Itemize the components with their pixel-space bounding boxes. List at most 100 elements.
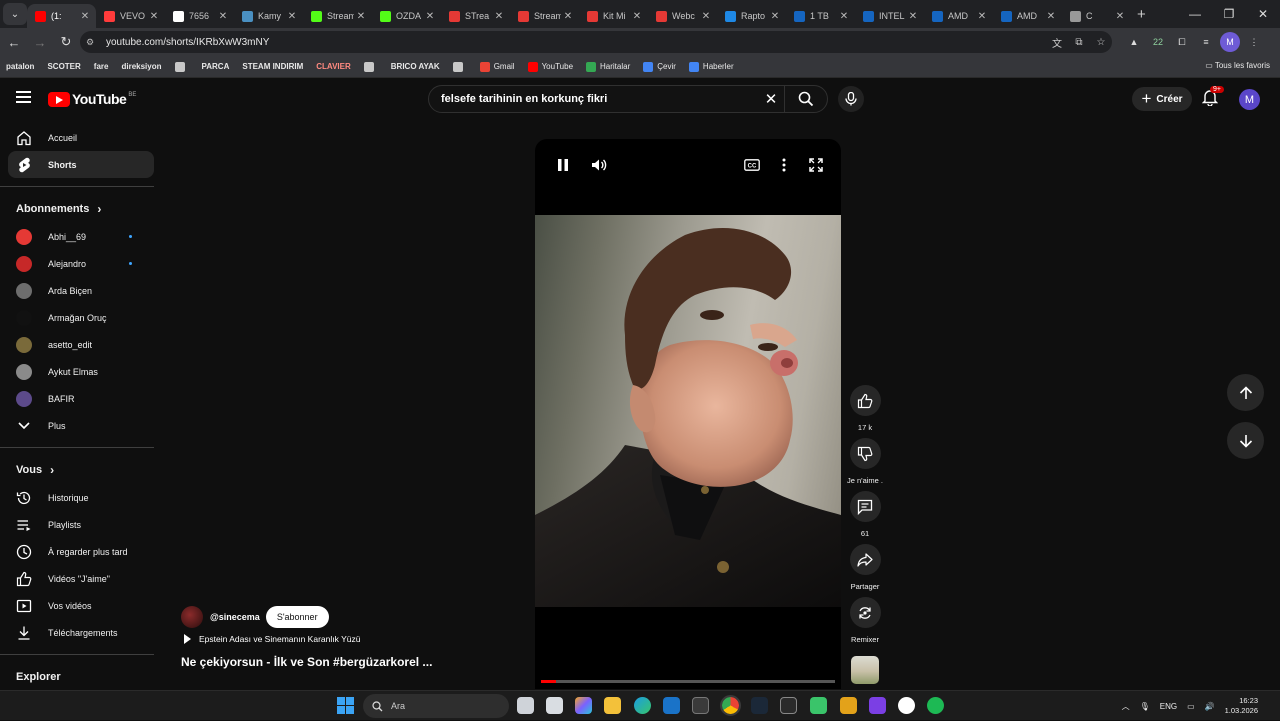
- tab-close-icon[interactable]: ✕: [216, 11, 230, 22]
- subscriptions-heading[interactable]: Abonnements ›: [0, 195, 154, 223]
- bookmark-item[interactable]: Gmail: [479, 61, 515, 72]
- tab-close-icon[interactable]: ✕: [423, 11, 437, 22]
- tab-close-icon[interactable]: ✕: [561, 11, 575, 22]
- file-explorer-icon[interactable]: [604, 697, 621, 714]
- browser-tab[interactable]: 1 TB ✕: [786, 4, 855, 28]
- translate-icon[interactable]: 文: [1046, 35, 1068, 50]
- tab-close-icon[interactable]: ✕: [1113, 11, 1127, 22]
- playlist-link[interactable]: Epstein Adası ve Sinemanın Karanlık Yüzü: [184, 634, 360, 644]
- bookmark-folder-icon[interactable]: [452, 61, 467, 72]
- clock[interactable]: 16:23 1.03.2026: [1225, 696, 1258, 716]
- browser-tab[interactable]: Stream ✕: [303, 4, 372, 28]
- browser-tab[interactable]: AMD ✕: [993, 4, 1062, 28]
- sidebar-item[interactable]: BAFIR: [8, 385, 154, 412]
- browser-tab[interactable]: VEVO ✕: [96, 4, 165, 28]
- sidebar-item[interactable]: Playlists: [8, 511, 154, 538]
- video-progress-bar[interactable]: [541, 680, 835, 683]
- edge-icon[interactable]: [634, 697, 651, 714]
- pause-button[interactable]: [553, 157, 573, 173]
- language-indicator[interactable]: ENG: [1160, 702, 1177, 711]
- bookmark-item[interactable]: Haritalar: [586, 61, 630, 72]
- network-icon[interactable]: ▭: [1187, 702, 1195, 711]
- youtube-logo[interactable]: YouTube BE: [48, 91, 136, 107]
- sidebar-item[interactable]: Alejandro: [8, 250, 154, 277]
- tab-close-icon[interactable]: ✕: [630, 11, 644, 22]
- tray-chevron-icon[interactable]: ︿: [1122, 701, 1130, 712]
- forward-button[interactable]: →: [28, 30, 52, 54]
- browser-tab[interactable]: Webc ✕: [648, 4, 717, 28]
- taskbar-search[interactable]: Ara: [363, 694, 509, 718]
- extensions-puzzle-icon[interactable]: ⧠: [1172, 32, 1192, 52]
- site-info-icon[interactable]: ⚙: [86, 37, 102, 48]
- extension-badge-icon[interactable]: 22: [1148, 32, 1168, 52]
- bookmark-item[interactable]: Çevir: [643, 61, 676, 72]
- next-short-button[interactable]: [1227, 422, 1264, 459]
- maximize-button[interactable]: ❐: [1212, 0, 1246, 28]
- browser-tab[interactable]: STrea ✕: [441, 4, 510, 28]
- tab-close-icon[interactable]: ✕: [837, 11, 851, 22]
- tab-close-icon[interactable]: ✕: [354, 11, 368, 22]
- chrome-icon[interactable]: [720, 695, 741, 716]
- bookmark-item[interactable]: STEAM INDIRIM: [242, 62, 303, 71]
- sidebar-item[interactable]: À regarder plus tard: [8, 538, 154, 565]
- sidebar-item[interactable]: Arda Biçen: [8, 277, 154, 304]
- app-icon[interactable]: [692, 697, 709, 714]
- browser-tab[interactable]: C ✕: [1062, 4, 1131, 28]
- captions-button[interactable]: CC: [742, 157, 762, 173]
- fullscreen-button[interactable]: [806, 157, 826, 173]
- bookmark-folder-icon[interactable]: [363, 61, 378, 72]
- outlook-icon[interactable]: [663, 697, 680, 714]
- more-options-button[interactable]: [774, 157, 794, 173]
- sidebar-item[interactable]: Aykut Elmas: [8, 358, 154, 385]
- clear-search-icon[interactable]: ✕: [758, 90, 784, 108]
- tab-close-icon[interactable]: ✕: [147, 11, 161, 22]
- bookmark-item[interactable]: SCOTER: [47, 62, 80, 71]
- tab-close-icon[interactable]: ✕: [906, 11, 920, 22]
- tab-close-icon[interactable]: ✕: [768, 11, 782, 22]
- bookmark-item[interactable]: BRICO AYAK: [391, 62, 440, 71]
- guide-menu-icon[interactable]: [16, 91, 31, 104]
- browser-tab[interactable]: Kamy ✕: [234, 4, 303, 28]
- close-window-button[interactable]: ✕: [1246, 0, 1280, 28]
- minimize-button[interactable]: —: [1178, 0, 1212, 28]
- browser-tab[interactable]: INTEL ✕: [855, 4, 924, 28]
- sidebar-item[interactable]: Historique: [8, 484, 154, 511]
- comments-action[interactable]: 61: [847, 491, 883, 538]
- tab-close-icon[interactable]: ✕: [975, 11, 989, 22]
- sidebar-item[interactable]: Shorts: [8, 151, 154, 178]
- sidebar-item[interactable]: asetto_edit: [8, 331, 154, 358]
- bookmark-folder-icon[interactable]: [174, 61, 189, 72]
- bookmark-item[interactable]: Haberler: [688, 61, 734, 72]
- bookmark-item[interactable]: CLAVIER: [316, 62, 351, 71]
- green-app-icon[interactable]: [810, 697, 827, 714]
- bookmark-item[interactable]: PARCA: [202, 62, 230, 71]
- search-button[interactable]: [785, 91, 827, 107]
- dislike-action[interactable]: Je n'aime .: [847, 438, 883, 485]
- channel-avatar[interactable]: [181, 606, 203, 628]
- share-button[interactable]: [849, 544, 881, 575]
- browser-tab[interactable]: Rapto ✕: [717, 4, 786, 28]
- browser-menu-icon[interactable]: ⋮: [1244, 32, 1264, 52]
- like-button[interactable]: [849, 385, 881, 416]
- comments-button[interactable]: [849, 491, 881, 522]
- task-view-icon[interactable]: [517, 697, 534, 714]
- voice-search-button[interactable]: [838, 86, 864, 112]
- bookmark-item[interactable]: YouTube: [527, 61, 573, 72]
- bookmark-item[interactable]: direksiyon: [121, 62, 161, 71]
- share-action[interactable]: Partager: [847, 544, 883, 591]
- sidebar-item[interactable]: Abhi__69: [8, 223, 154, 250]
- account-avatar[interactable]: M: [1239, 89, 1260, 110]
- reading-list-icon[interactable]: ≡: [1196, 32, 1216, 52]
- steam-icon[interactable]: [751, 697, 768, 714]
- terminal-icon[interactable]: [780, 697, 797, 714]
- tab-close-icon[interactable]: ✕: [1044, 11, 1058, 22]
- browser-tab[interactable]: (1: ✕: [27, 4, 96, 28]
- bookmark-item[interactable]: fare: [94, 62, 109, 71]
- sidebar-item[interactable]: Vos vidéos: [8, 592, 154, 619]
- sound-thumbnail[interactable]: [851, 656, 879, 684]
- bookmark-item[interactable]: patalon: [6, 62, 34, 71]
- tab-close-icon[interactable]: ✕: [78, 11, 92, 22]
- spotify-icon[interactable]: [927, 697, 944, 714]
- tab-search-menu-button[interactable]: ⌄: [3, 3, 27, 25]
- new-tab-button[interactable]: +: [1137, 6, 1146, 23]
